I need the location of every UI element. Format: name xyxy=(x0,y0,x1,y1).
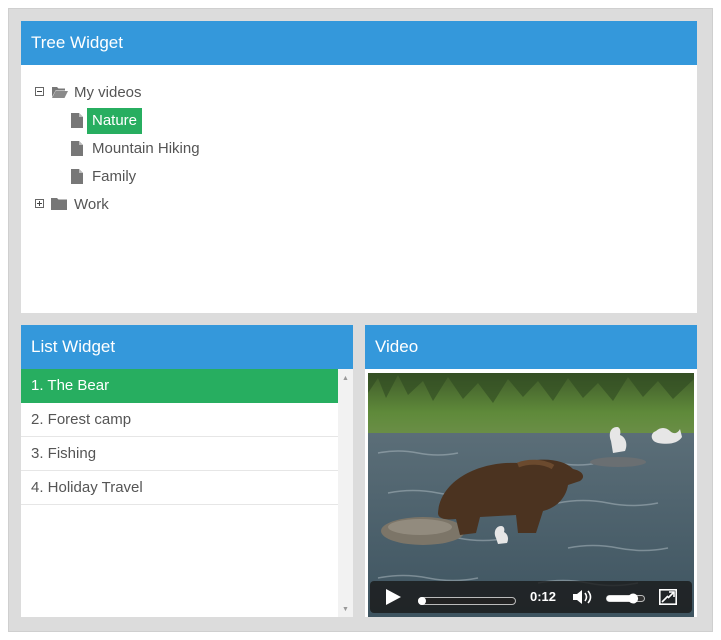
list: 1. The Bear 2. Forest camp 3. Fishing 4.… xyxy=(21,369,353,617)
tree-node-label: My videos xyxy=(74,84,142,101)
list-widget: List Widget 1. The Bear 2. Forest camp 3… xyxy=(21,325,353,617)
scroll-down-icon[interactable]: ▼ xyxy=(342,606,349,613)
file-icon xyxy=(71,169,83,188)
volume-slider[interactable] xyxy=(606,592,646,610)
list-item[interactable]: 1. The Bear xyxy=(21,369,338,403)
tree-node-nature[interactable]: Nature xyxy=(21,107,697,135)
play-icon[interactable] xyxy=(384,588,402,611)
list-widget-title: List Widget xyxy=(21,325,353,369)
list-item[interactable]: 2. Forest camp xyxy=(21,403,338,437)
tree-node-label: Work xyxy=(74,196,109,213)
tree: My videos Nature Mountain Hiking Family … xyxy=(21,65,697,219)
tree-node-my-videos[interactable]: My videos xyxy=(21,79,697,107)
video-widget-title: Video xyxy=(365,325,697,369)
tree-node-label: Mountain Hiking xyxy=(92,140,200,157)
tree-node-work[interactable]: Work xyxy=(21,191,697,219)
tree-node-label: Nature xyxy=(87,108,143,134)
tree-node-family[interactable]: Family xyxy=(21,163,697,191)
expand-toggle-icon[interactable] xyxy=(35,199,44,208)
file-icon xyxy=(71,141,83,160)
list-item[interactable]: 4. Holiday Travel xyxy=(21,471,338,505)
progress-track[interactable] xyxy=(418,593,516,611)
volume-icon[interactable] xyxy=(572,588,596,611)
tree-node-mountain-hiking[interactable]: Mountain Hiking xyxy=(21,135,697,163)
app-frame: Tree Widget My videos Nature Mountain Hi… xyxy=(8,8,713,632)
folder-icon xyxy=(51,197,67,215)
progress-bar xyxy=(418,597,516,605)
file-icon xyxy=(71,113,83,132)
collapse-toggle-icon[interactable] xyxy=(35,87,44,96)
current-time: 0:12 xyxy=(530,589,557,604)
tree-node-label: Family xyxy=(92,168,137,185)
volume-thumb[interactable] xyxy=(628,593,639,604)
progress-thumb[interactable] xyxy=(418,597,426,605)
folder-open-icon xyxy=(51,85,69,103)
video-player[interactable]: 0:12 xyxy=(368,373,694,617)
video-controls: 0:12 xyxy=(370,581,692,613)
scroll-up-icon[interactable]: ▲ xyxy=(342,375,349,382)
tree-widget-title: Tree Widget xyxy=(21,21,697,65)
list-item[interactable]: 3. Fishing xyxy=(21,437,338,471)
volume-level xyxy=(606,593,645,604)
list-scrollbar[interactable]: ▲ ▼ xyxy=(338,369,353,617)
video-widget: Video 0:12 xyxy=(365,325,697,617)
fullscreen-icon[interactable] xyxy=(659,589,677,610)
tree-widget: Tree Widget My videos Nature Mountain Hi… xyxy=(21,21,697,313)
